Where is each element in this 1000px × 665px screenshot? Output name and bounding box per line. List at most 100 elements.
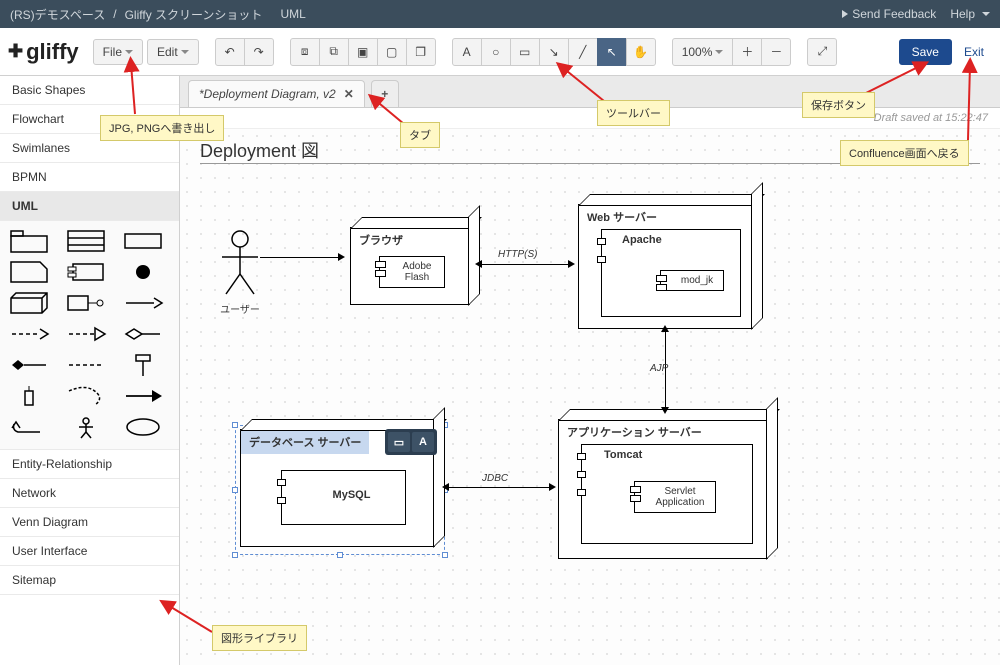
shape-library-sidebar: Basic Shapes Flowchart Swimlanes BPMN UM… <box>0 76 180 665</box>
mini-fill-button[interactable]: ▭ <box>388 432 410 452</box>
selection-mini-toolbar: ▭ A <box>385 429 437 455</box>
line-tool[interactable]: ╱ <box>568 38 598 66</box>
shape-activation[interactable] <box>8 384 52 410</box>
callout-arrow <box>962 62 982 145</box>
ellipse-tool[interactable]: ○ <box>481 38 511 66</box>
breadcrumb-separator: / <box>113 7 116 21</box>
redo-button[interactable]: ↷ <box>244 38 274 66</box>
zoom-out-button[interactable]: － <box>761 38 791 66</box>
back-button[interactable]: ▢ <box>377 38 407 66</box>
edge-browser-web[interactable] <box>480 264 570 265</box>
edge-label-ajp: AJP <box>650 363 668 374</box>
shape-class[interactable] <box>65 229 109 255</box>
sidebar-item-network[interactable]: Network <box>0 479 179 508</box>
group-button[interactable]: ⧈ <box>290 38 320 66</box>
callout-save: 保存ボタン <box>802 92 875 118</box>
sidebar-item-bpmn[interactable]: BPMN <box>0 163 179 192</box>
shape-assoc-arrow[interactable] <box>122 384 166 410</box>
zoom-label: 100% <box>682 45 713 59</box>
breadcrumb-page[interactable]: Gliffy スクリーンショット <box>125 6 263 23</box>
component-servlet[interactable]: Servlet Application <box>634 481 716 513</box>
rect-tool[interactable]: ▭ <box>510 38 540 66</box>
zoom-in-button[interactable]: ＋ <box>732 38 762 66</box>
document-tab[interactable]: *Deployment Diagram, v2 ✕ <box>188 80 365 107</box>
shape-component[interactable] <box>65 260 109 286</box>
file-menu[interactable]: File <box>93 39 143 65</box>
arrow-icon <box>568 260 575 268</box>
caret-down-icon <box>982 12 990 16</box>
breadcrumb-space[interactable]: (RS)デモスペース <box>10 6 105 23</box>
arrow-icon <box>661 407 669 414</box>
callout-return: Confluence画面へ戻る <box>840 140 969 166</box>
pointer-tool[interactable]: ↖ <box>597 38 627 66</box>
mini-text-button[interactable]: A <box>412 432 434 452</box>
help-link[interactable]: Help <box>950 7 990 21</box>
node-app-server[interactable]: アプリケーション サーバー Tomcat Servlet Application <box>558 419 768 559</box>
actor-label: ユーザー <box>210 301 270 316</box>
diagram-canvas[interactable]: Deployment 図 ユーザー ブラウザ Adobe Flash Web サ… <box>180 128 1000 665</box>
save-button[interactable]: Save <box>899 39 952 65</box>
ungroup-button[interactable]: ⧉ <box>319 38 349 66</box>
sidebar-item-basic-shapes[interactable]: Basic Shapes <box>0 76 179 105</box>
shape-composition[interactable] <box>8 353 52 379</box>
callout-arrow <box>162 600 216 641</box>
node-browser[interactable]: ブラウザ Adobe Flash <box>350 227 470 305</box>
component-tomcat: Tomcat <box>582 445 752 465</box>
edge-db-app[interactable] <box>447 487 551 488</box>
shape-message-curve[interactable] <box>65 384 109 410</box>
component-modjk[interactable]: mod_jk <box>660 270 724 291</box>
exit-button[interactable]: Exit <box>956 40 992 64</box>
edge-user-browser[interactable] <box>260 257 340 258</box>
callout-arrow <box>125 62 145 119</box>
arrow-right-icon <box>842 10 848 18</box>
callout-library: 図形ライブラリ <box>212 625 307 651</box>
breadcrumb: (RS)デモスペース / Gliffy スクリーンショット UML <box>10 6 842 23</box>
callout-tab: タブ <box>400 122 440 148</box>
edit-menu[interactable]: Edit <box>147 39 199 65</box>
shape-aggregation[interactable] <box>122 322 166 348</box>
send-feedback-link[interactable]: Send Feedback <box>842 7 936 21</box>
shape-lifeline[interactable] <box>122 353 166 379</box>
shape-node[interactable] <box>8 291 52 317</box>
connector-tool[interactable]: ↘ <box>539 38 569 66</box>
text-tool[interactable]: A <box>452 38 482 66</box>
shape-realization[interactable] <box>65 322 109 348</box>
sidebar-item-entity-relationship[interactable]: Entity-Relationship <box>0 450 179 479</box>
callout-export: JPG, PNGへ書き出し <box>100 115 224 141</box>
callout-toolbar: ツールバー <box>597 100 670 126</box>
node-browser-title: ブラウザ <box>351 228 469 252</box>
front-button[interactable]: ▣ <box>348 38 378 66</box>
shape-dashed-dep[interactable] <box>8 322 52 348</box>
shape-actor[interactable] <box>65 415 109 441</box>
sidebar-item-venn-diagram[interactable]: Venn Diagram <box>0 508 179 537</box>
arrow-icon <box>549 483 556 491</box>
component-adobe-flash[interactable]: Adobe Flash <box>379 256 445 288</box>
zoom-select[interactable]: 100% <box>672 38 734 66</box>
close-tab-icon[interactable]: ✕ <box>344 87 354 101</box>
shape-dashed-line[interactable] <box>65 353 109 379</box>
node-app-title: アプリケーション サーバー <box>559 420 767 444</box>
shape-note[interactable] <box>8 260 52 286</box>
sidebar-item-uml[interactable]: UML <box>0 192 179 221</box>
shape-package[interactable] <box>8 229 52 255</box>
component-apache: Apache <box>602 230 740 250</box>
edit-menu-label: Edit <box>157 45 178 59</box>
sidebar-item-user-interface[interactable]: User Interface <box>0 537 179 566</box>
shape-object[interactable] <box>122 229 166 255</box>
app-header: (RS)デモスペース / Gliffy スクリーンショット UML Send F… <box>0 0 1000 28</box>
actor-user[interactable] <box>220 229 260 299</box>
help-label: Help <box>950 7 975 21</box>
tab-title: *Deployment Diagram, v2 <box>199 87 336 101</box>
fit-button[interactable]: ⤢ <box>807 38 837 66</box>
copy-button[interactable]: ❐ <box>406 38 436 66</box>
shape-usecase[interactable] <box>122 415 166 441</box>
undo-button[interactable]: ↶ <box>215 38 245 66</box>
pan-tool[interactable]: ✋ <box>626 38 656 66</box>
shape-interface-dot[interactable] <box>122 260 166 286</box>
shape-dependency[interactable] <box>122 291 166 317</box>
node-web-server[interactable]: Web サーバー Apache mod_jk <box>578 204 753 329</box>
breadcrumb-section: UML <box>280 7 305 21</box>
shape-interface-prov[interactable] <box>65 291 109 317</box>
shape-return[interactable] <box>8 415 52 441</box>
sidebar-item-sitemap[interactable]: Sitemap <box>0 566 179 595</box>
